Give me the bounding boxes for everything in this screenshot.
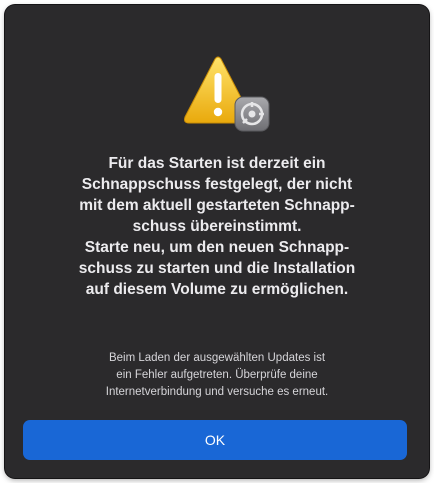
startup-disk-gear-icon [234,96,270,132]
alert-headline: Für das Starten ist derzeit ein Schnapps… [78,155,356,298]
warning-triangle-icon [184,56,270,132]
alert-dialog: Für das Starten ist derzeit ein Schnapps… [5,5,429,478]
ok-button[interactable]: OK [23,420,407,460]
alert-informative-text: Beim Laden der ausgewählten Updates ist … [105,352,329,398]
